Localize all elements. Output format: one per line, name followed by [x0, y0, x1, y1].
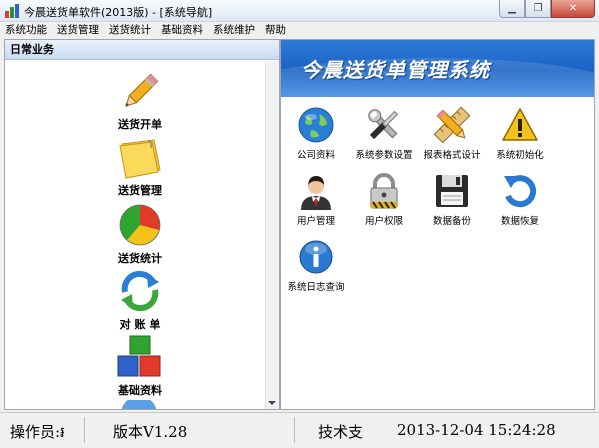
- menu-system-maintenance[interactable]: 系统维护: [208, 22, 260, 39]
- panel-header: 日常业务: [5, 40, 279, 60]
- globe-icon-partial: [121, 400, 157, 409]
- ruler-pencil-icon: [433, 106, 471, 144]
- globe-icon: [298, 107, 334, 143]
- biz-item-delivery-management[interactable]: 送货管理: [105, 136, 175, 198]
- status-divider: [84, 417, 85, 443]
- tool-company-info[interactable]: 公司资料: [281, 106, 351, 161]
- tool-system-parameters[interactable]: 系统参数设置: [349, 106, 419, 161]
- floppy-icon: [436, 175, 468, 207]
- system-navigation-panel: 今晨送货单管理系统 今晨送货单管理系统 公司资料 系统参数设置 报表格式设计 系…: [280, 39, 595, 410]
- pencil-icon: [125, 73, 159, 107]
- support-status: 技术支: [318, 423, 364, 441]
- biz-item-basic-data[interactable]: 基础资料: [105, 334, 175, 398]
- lock-icon: [370, 173, 398, 209]
- tool-system-log[interactable]: 系统日志查询: [281, 238, 351, 293]
- status-bar: 操作员:៛ 版本V1.28 技术支 2013-12-04 15:24:28: [0, 412, 599, 448]
- tool-label: 数据备份: [432, 216, 471, 227]
- app-icon: [5, 4, 19, 18]
- tool-label: 用户管理: [296, 216, 335, 227]
- tool-label: 系统参数设置: [355, 150, 413, 161]
- menu-basic-data[interactable]: 基础资料: [156, 22, 208, 39]
- banner-reflection: 今晨送货单管理系统: [301, 64, 490, 76]
- window-controls: ▁ ❐ ✕: [499, 0, 595, 18]
- tool-label: 系统日志查询: [287, 282, 345, 293]
- tool-label: 报表格式设计: [423, 150, 481, 161]
- biz-item-create-delivery[interactable]: 送货开单: [105, 70, 175, 132]
- menu-system-functions[interactable]: 系统功能: [0, 22, 52, 39]
- tool-user-management[interactable]: 用户管理: [281, 172, 351, 227]
- datetime-status: 2013-12-04 15:24:28: [397, 421, 556, 439]
- scrollbar[interactable]: [265, 61, 279, 409]
- operator-status: 操作员:៛: [10, 423, 65, 441]
- tool-report-format[interactable]: 报表格式设计: [417, 106, 487, 161]
- scroll-down-icon[interactable]: [268, 401, 276, 405]
- tools-icon: [368, 109, 399, 140]
- title-bar: 今晨送货单软件(2013版) - [系统导航] ▁ ❐ ✕: [0, 0, 599, 22]
- version-status: 版本V1.28: [113, 423, 188, 441]
- user-icon: [301, 176, 331, 210]
- blocks-icon: [117, 335, 161, 377]
- refresh-arrows-icon: [121, 270, 159, 312]
- tool-system-init[interactable]: 系统初始化: [485, 106, 555, 161]
- status-divider: [294, 417, 295, 443]
- restore-button[interactable]: ❐: [525, 0, 551, 18]
- tool-data-restore[interactable]: 数据恢复: [485, 172, 555, 227]
- menu-delivery-management[interactable]: 送货管理: [52, 22, 104, 39]
- biz-item-statement[interactable]: 对 账 单: [105, 268, 175, 332]
- info-icon: [299, 240, 333, 274]
- menu-delivery-statistics[interactable]: 送货统计: [104, 22, 156, 39]
- biz-label: 送货开单: [118, 118, 162, 131]
- tool-label: 数据恢复: [500, 216, 539, 227]
- window-title: 今晨送货单软件(2013版) - [系统导航]: [24, 6, 213, 19]
- menu-bar: 系统功能 送货管理 送货统计 基础资料 系统维护 帮助: [0, 22, 599, 39]
- tool-label: 公司资料: [296, 150, 335, 161]
- warning-icon: [502, 108, 538, 141]
- pie-chart-icon: [119, 204, 161, 246]
- daily-business-panel: 日常业务 送货开单 送货管理 送货统计 对 账 单 基础资料: [4, 39, 280, 410]
- note-icon: [119, 139, 161, 179]
- biz-label: 送货管理: [118, 184, 162, 197]
- system-banner: 今晨送货单管理系统 今晨送货单管理系统: [281, 40, 594, 97]
- biz-label: 基础资料: [118, 384, 162, 397]
- menu-help[interactable]: 帮助: [260, 22, 291, 39]
- minimize-button[interactable]: ▁: [499, 0, 525, 18]
- close-button[interactable]: ✕: [551, 0, 595, 18]
- tool-label: 用户权限: [364, 216, 403, 227]
- tool-data-backup[interactable]: 数据备份: [417, 172, 487, 227]
- restore-icon: [504, 175, 537, 208]
- biz-item-delivery-statistics[interactable]: 送货统计: [105, 202, 175, 266]
- tool-user-permissions[interactable]: 用户权限: [349, 172, 419, 227]
- biz-label: 对 账 单: [119, 318, 161, 331]
- tool-label: 系统初始化: [496, 150, 544, 161]
- biz-label: 送货统计: [118, 252, 162, 265]
